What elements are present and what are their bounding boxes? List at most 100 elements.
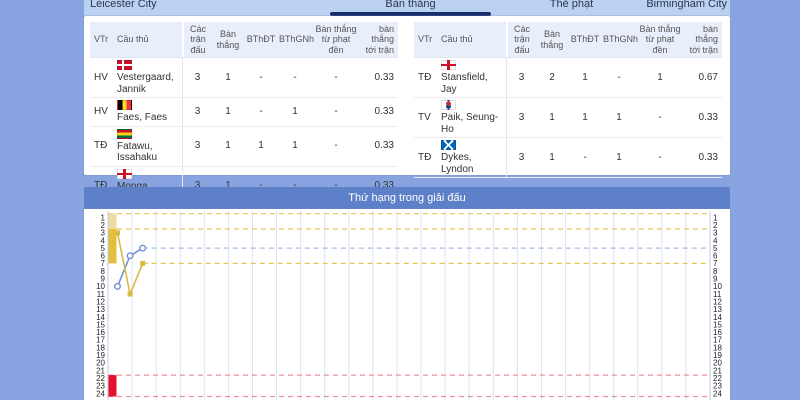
position-cell: TĐ [414,150,440,166]
position-cell: HV [90,104,116,120]
stat-cell: 1 [278,138,312,154]
column-header: Bàn thắng từ phạt đền [312,22,360,57]
ghana-flag-icon [117,129,132,139]
home-players-goals-table: VTrCầu thủCác trận đấuBàn thắngBThĐTBThG… [90,22,398,207]
table-header-row: VTrCầu thủCác trận đấuBàn thắngBThĐTBThG… [414,22,722,58]
position-cell: HV [90,70,116,86]
table-header-row: VTrCầu thủCác trận đấuBàn thắngBThĐTBThG… [90,22,398,58]
player-row[interactable]: TĐFatawu, Issahaku3111-0.33 [90,127,398,167]
player-name-cell[interactable]: Paik, Seung-Ho [440,98,506,137]
player-name[interactable]: Fatawu, Issahaku [117,141,181,164]
player-name[interactable]: Dykes, Lyndon [441,152,505,175]
stat-cell: - [636,150,684,166]
stat-cell: 1 [636,70,684,86]
stat-cell: - [278,70,312,86]
stat-cell: - [312,138,360,154]
stat-cell: 1 [602,110,636,126]
stat-cell: 1 [536,110,568,126]
team-link-away[interactable]: Birmingham City [646,0,727,10]
stat-cell: - [244,104,278,120]
yellow-rank-line [118,233,143,294]
stat-cell: - [244,70,278,86]
player-name[interactable]: Stansfield, Jay [441,72,505,95]
ranking-chart-title: Thứ hạng trong giải đấu [84,187,730,209]
scotland-flag-icon [441,140,456,150]
column-header: Bàn thắng từ phạt đền [636,22,684,57]
south-korea-flag-icon [441,100,456,110]
blue-marker [140,245,146,251]
stat-cell: - [636,110,684,126]
stat-cell: 1 [568,70,602,86]
stat-cell: 3 [182,58,212,97]
player-name[interactable]: Faes, Faes [117,112,167,124]
stat-cell: 1 [212,138,244,154]
player-row[interactable]: TĐDykes, Lyndon31-1-0.33 [414,138,722,178]
player-name-cell[interactable]: Stansfield, Jay [440,58,506,97]
stat-cell: 3 [182,98,212,126]
player-name[interactable]: Paik, Seung-Ho [441,112,505,135]
yellow-marker [128,292,133,297]
column-header: Các trận đấu [182,22,212,57]
column-header: Các trận đấu [506,22,536,57]
column-header: Bàn thắng [536,27,568,52]
column-header: Cầu thủ [440,32,506,46]
column-header: BThĐT [244,32,278,46]
column-header: bàn thắng tới trận [360,22,398,57]
relegation-zone-band [109,375,117,396]
yellow-marker [140,261,145,266]
stat-cell: 1 [536,150,568,166]
tab-goals[interactable]: Bàn thắng [330,0,491,10]
team-link-home[interactable]: Leicester City [90,0,157,10]
position-cell: TV [414,110,440,126]
player-row[interactable]: TVPaik, Seung-Ho3111-0.33 [414,98,722,138]
column-header: bàn thắng tới trận [684,22,722,57]
stat-cell: 1 [212,104,244,120]
player-stats-card: VTrCầu thủCác trận đấuBàn thắngBThĐTBThG… [84,16,730,175]
ranking-chart-container: 1122334455667788991010111112121313141415… [84,209,730,400]
promotion-zone-band [109,214,117,229]
blue-marker [127,253,133,259]
player-name-cell[interactable]: Faes, Faes [116,98,182,126]
match-header-bar: Leicester City Bàn thắng Thẻ phạt Birmin… [84,0,730,16]
stat-cell: - [312,104,360,120]
player-row[interactable]: HVFaes, Faes31-1-0.33 [90,98,398,127]
player-name[interactable]: Vestergaard, Jannik [117,72,181,95]
stat-cell: 2 [536,70,568,86]
stat-cell: 0.33 [684,150,722,166]
stat-cell: 1 [568,110,602,126]
stat-cell: 0.33 [360,70,398,86]
stat-cell: 1 [244,138,278,154]
stat-cell: 0.67 [684,70,722,86]
player-name-cell[interactable]: Dykes, Lyndon [440,138,506,177]
position-cell: TĐ [90,138,116,154]
stat-cell: 3 [506,98,536,137]
stat-cell: 1 [602,150,636,166]
stat-cell: - [312,70,360,86]
away-players-goals-table: VTrCầu thủCác trận đấuBàn thắngBThĐTBThG… [414,22,722,178]
column-header: Bàn thắng [212,27,244,52]
rank-tick-left: 24 [96,389,105,398]
england-flag-icon [441,60,456,70]
stat-cell: 0.33 [360,138,398,154]
position-cell: TĐ [414,70,440,86]
stat-cell: 0.33 [684,110,722,126]
belgium-flag-icon [117,100,132,110]
rank-tick-right: 24 [713,389,722,398]
stat-cell: 3 [506,58,536,97]
blue-marker [115,284,121,290]
tab-cards[interactable]: Thẻ phạt [491,0,652,10]
player-name-cell[interactable]: Vestergaard, Jannik [116,58,182,97]
column-header: BThĐT [568,32,602,46]
player-row[interactable]: HVVestergaard, Jannik31---0.33 [90,58,398,98]
stat-cell: - [568,150,602,166]
yellow-marker [115,230,120,235]
denmark-flag-icon [117,60,132,70]
column-header: BThGNh [602,32,636,46]
england-flag-icon [117,169,132,179]
stat-cell: 1 [278,104,312,120]
stat-cell: 3 [182,127,212,166]
player-name-cell[interactable]: Fatawu, Issahaku [116,127,182,166]
player-row[interactable]: TĐStansfield, Jay321-10.67 [414,58,722,98]
ranking-chart: 1122334455667788991010111112121313141415… [84,209,730,400]
stat-cell: 3 [506,138,536,177]
